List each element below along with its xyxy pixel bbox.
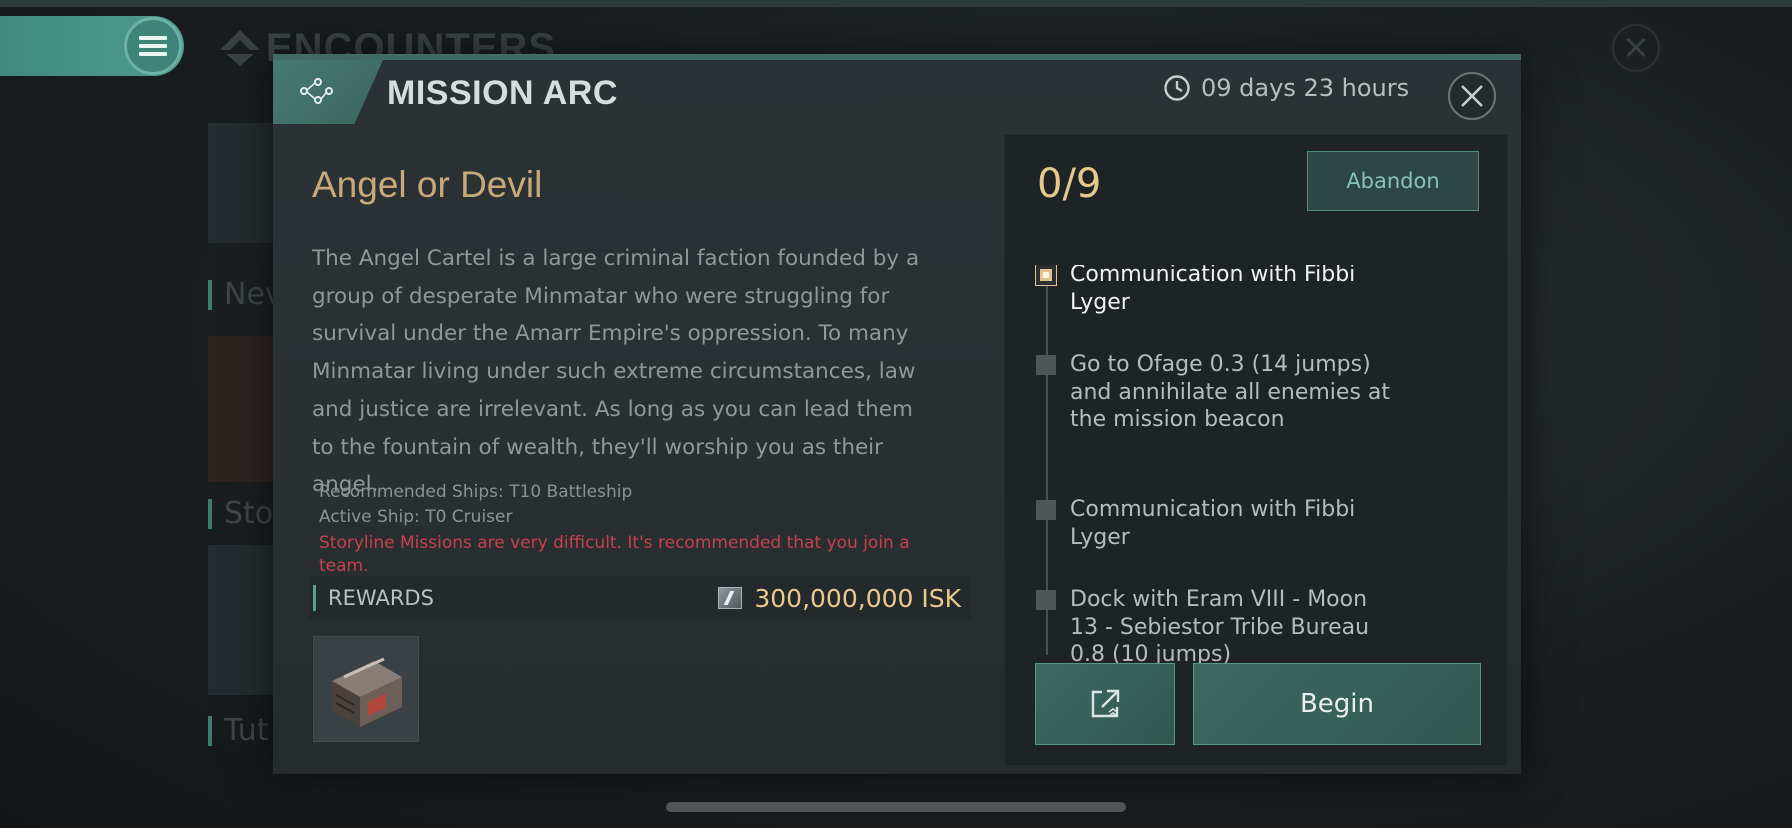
top-border [0, 0, 1792, 7]
close-icon [1461, 85, 1483, 107]
page-close-button[interactable]: × [1612, 24, 1660, 72]
step-marker [1036, 590, 1056, 610]
abandon-button[interactable]: Abandon [1307, 151, 1479, 211]
step-text: Communication with Fibbi Lyger [1070, 265, 1356, 315]
begin-button[interactable]: Begin [1193, 663, 1481, 745]
mission-name: Angel or Devil [312, 164, 543, 205]
recommended-ships: Recommended Ships: T10 Battleship [319, 482, 633, 502]
encounter-card-label[interactable]: Tut [208, 716, 269, 746]
isk-reward: 300,000,000 ISK [754, 583, 961, 613]
rewards-accent [313, 585, 316, 611]
step-marker [1036, 355, 1056, 375]
dialog-close-button[interactable] [1448, 72, 1496, 120]
timer-text: 09 days 23 hours [1201, 74, 1410, 102]
menu-button[interactable] [124, 17, 182, 75]
encounter-card-label[interactable]: Nev [208, 280, 283, 310]
step-text: Go to Ofage 0.3 (14 jumps) and annihilat… [1070, 352, 1391, 432]
step-text: Dock with Eram VIII - Moon 13 - Sebiesto… [1070, 587, 1370, 667]
clock-icon [1164, 75, 1190, 101]
mission-arc-dialog: MISSION ARC 09 days 23 hours Angel or De… [273, 54, 1521, 774]
encounters-logo-icon [220, 30, 260, 66]
cargo-container-icon [332, 657, 402, 727]
step-marker [1036, 500, 1056, 520]
share-icon [1091, 689, 1120, 718]
reward-item[interactable] [313, 636, 419, 742]
close-icon: × [1621, 27, 1651, 67]
difficulty-warning: Storyline Missions are very difficult. I… [319, 533, 910, 576]
time-remaining: 09 days 23 hours [1163, 74, 1409, 102]
home-indicator[interactable] [666, 802, 1126, 812]
progress-count: 0/9 [1037, 161, 1102, 207]
step-marker-active [1035, 265, 1057, 286]
objectives-list[interactable]: Communication with Fibbi Lyger Go to Ofa… [1005, 265, 1509, 669]
isk-icon [718, 587, 743, 609]
menu-icon [139, 32, 167, 60]
step-text: Communication with Fibbi Lyger [1070, 497, 1356, 550]
mission-arc-icon [300, 78, 333, 104]
rewards-label: REWARDS [328, 586, 434, 610]
header-icon-tab [273, 60, 383, 124]
objectives-panel: 0/9 Abandon Communication with Fibbi Lyg… [1004, 134, 1508, 766]
mission-description: The Angel Cartel is a large criminal fac… [312, 246, 920, 498]
share-button[interactable] [1035, 663, 1175, 745]
encounter-card-label[interactable]: Sto [208, 499, 273, 529]
dialog-title: MISSION ARC [387, 74, 618, 112]
rewards-bar: REWARDS 300,000,000 ISK [309, 576, 971, 620]
active-ship: Active Ship: T0 Cruiser [319, 507, 513, 527]
